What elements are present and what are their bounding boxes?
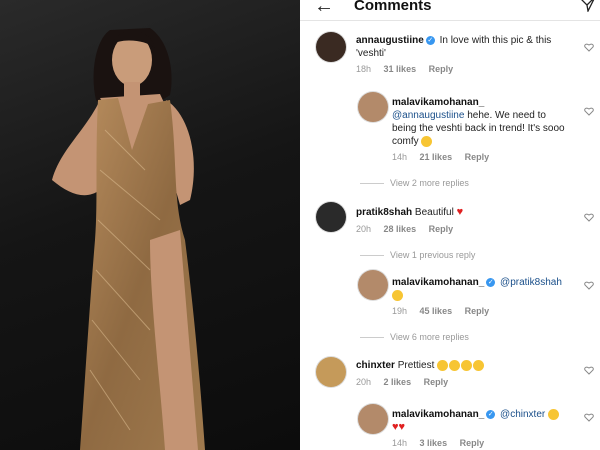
heart-emoji-icon: ♥ (456, 206, 464, 218)
comment-meta: 20h 2 likes Reply (356, 377, 448, 387)
username[interactable]: annaugustiine (356, 35, 424, 46)
reply-link[interactable]: Reply (465, 152, 490, 162)
timestamp: 14h (392, 438, 408, 448)
timestamp: 20h (356, 377, 372, 387)
mention-link[interactable]: @pratik8shah (500, 277, 562, 288)
timestamp: 18h (356, 64, 372, 74)
like-count[interactable]: 31 likes (384, 64, 417, 74)
comments-header: ← Comments (300, 0, 600, 21)
username[interactable]: malavikamohanan_ (392, 97, 484, 108)
comment-meta: 20h 28 likes Reply (356, 224, 453, 234)
comment-body: Prettiest (397, 360, 435, 371)
mention-link[interactable]: @chinxter (500, 409, 545, 420)
reply-link[interactable]: Reply (465, 306, 490, 316)
timestamp: 19h (392, 306, 408, 316)
comment: malavikamohanan_ ✓ @pratik8shah 19h 45 li… (300, 270, 600, 320)
comment-body: Beautiful (414, 207, 454, 218)
timestamp: 20h (356, 224, 372, 234)
woman-in-gold-dress-illustration (52, 28, 205, 450)
heart-eyes-emoji-icon (461, 359, 473, 371)
view-replies-link[interactable]: View 2 more replies (360, 178, 469, 188)
emoji-icon (392, 289, 403, 301)
comment-meta: 14h 21 likes Reply (392, 152, 489, 162)
comment-text: malavikamohanan_ @annaugustiine hehe. We… (392, 96, 570, 148)
back-arrow-icon[interactable]: ← (314, 0, 334, 16)
heart-icon[interactable] (584, 280, 594, 290)
avatar[interactable] (316, 357, 346, 387)
comment-text: malavikamohanan_ ✓ @chinxter ♥♥ (392, 408, 582, 434)
comment: annaugustiine ✓ In love with this pic & t… (300, 32, 600, 82)
heart-eyes-emoji-icon (473, 359, 485, 371)
reply-link[interactable]: Reply (429, 64, 454, 74)
heart-icon[interactable] (584, 106, 594, 116)
avatar[interactable] (358, 270, 388, 300)
send-icon[interactable] (580, 0, 596, 12)
heart-eyes-emoji-icon (449, 359, 461, 371)
page-title: Comments (354, 0, 432, 14)
comment-meta: 19h 45 likes Reply (392, 306, 489, 316)
emoji-icon (421, 135, 433, 147)
reply-link[interactable]: Reply (424, 377, 449, 387)
username[interactable]: malavikamohanan_ (392, 277, 484, 288)
like-count[interactable]: 28 likes (384, 224, 417, 234)
mention-link[interactable]: @annaugustiine (392, 110, 464, 121)
heart-eyes-emoji-icon (437, 359, 449, 371)
heart-icon[interactable] (584, 42, 594, 52)
verified-icon: ✓ (486, 409, 496, 419)
username[interactable]: malavikamohanan_ (392, 409, 484, 420)
verified-icon: ✓ (425, 35, 435, 45)
kiss-emoji-icon (548, 408, 559, 420)
avatar[interactable] (358, 404, 388, 434)
heart-icon[interactable] (584, 412, 594, 422)
avatar[interactable] (358, 92, 388, 122)
comment-meta: 14h 3 likes Reply (392, 438, 484, 448)
verified-icon: ✓ (486, 277, 496, 287)
username[interactable]: chinxter (356, 360, 395, 371)
heart-icon[interactable] (584, 212, 594, 222)
like-count[interactable]: 2 likes (384, 377, 412, 387)
avatar[interactable] (316, 32, 346, 62)
reply-link[interactable]: Reply (429, 224, 454, 234)
comment-text: malavikamohanan_ ✓ @pratik8shah (392, 276, 582, 302)
reply-link[interactable]: Reply (460, 438, 485, 448)
like-count[interactable]: 45 likes (420, 306, 453, 316)
comment-meta: 18h 31 likes Reply (356, 64, 453, 74)
like-count[interactable]: 21 likes (420, 152, 453, 162)
comment: malavikamohanan_ ✓ @chinxter ♥♥ 14h 3 lik… (300, 402, 600, 450)
post-photo (0, 0, 300, 450)
view-previous-link[interactable]: View 1 previous reply (360, 250, 475, 260)
comment: malavikamohanan_ @annaugustiine hehe. We… (300, 92, 600, 162)
avatar[interactable] (316, 202, 346, 232)
comment: chinxter Prettiest 20h 2 likes Reply (300, 355, 600, 395)
comments-panel: ← Comments annaugustiine ✓ In love with t… (300, 0, 600, 450)
comment-text: annaugustiine ✓ In love with this pic & t… (356, 34, 576, 60)
timestamp: 14h (392, 152, 408, 162)
comment-text: chinxter Prettiest (356, 359, 576, 372)
username[interactable]: pratik8shah (356, 207, 412, 218)
comment-text: pratik8shah Beautiful ♥ (356, 206, 576, 219)
comment: pratik8shah Beautiful ♥ 20h 28 likes Rep… (300, 202, 600, 242)
heart-icon[interactable] (584, 365, 594, 375)
heart-emoji-icon: ♥♥ (392, 421, 406, 433)
like-count[interactable]: 3 likes (420, 438, 448, 448)
view-replies-link[interactable]: View 6 more replies (360, 332, 469, 342)
